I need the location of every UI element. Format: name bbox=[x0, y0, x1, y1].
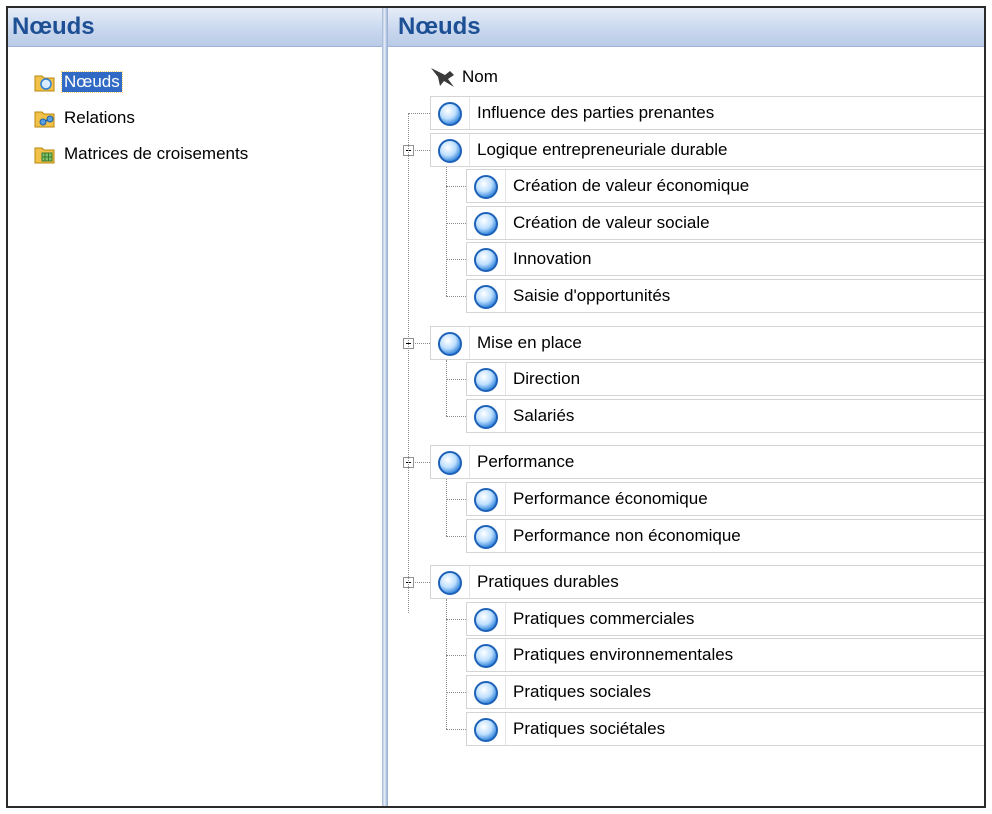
tree-connector bbox=[446, 692, 466, 693]
tree-connector bbox=[446, 655, 466, 657]
tree-connector bbox=[408, 113, 430, 114]
tree-child-node-row[interactable]: Pratiques sociétales bbox=[466, 711, 984, 746]
node-icon bbox=[474, 717, 498, 742]
node-label: Innovation bbox=[513, 249, 592, 269]
node-icon bbox=[474, 285, 498, 309]
node-icon bbox=[474, 607, 498, 632]
node-icon bbox=[474, 368, 498, 393]
tree-child-node-row[interactable]: Direction bbox=[466, 362, 984, 397]
nodes-folder-icon bbox=[34, 75, 55, 92]
tree-node-row[interactable]: Pratiques durables bbox=[430, 565, 984, 600]
node-icon bbox=[438, 138, 462, 163]
navigation-list: Nœuds Relations Matrices de croisements bbox=[34, 64, 250, 172]
tree-connector bbox=[446, 728, 466, 730]
node-icon bbox=[474, 175, 498, 200]
column-header-name[interactable]: Nom bbox=[428, 62, 498, 92]
node-label: Direction bbox=[513, 369, 581, 389]
nav-item-label: Relations bbox=[64, 108, 135, 127]
node-icon bbox=[474, 404, 498, 429]
node-label: Salariés bbox=[513, 405, 575, 425]
tree-child-node-row[interactable]: Saisie d'opportunités bbox=[466, 279, 984, 313]
navigation-pane: Nœuds Nœuds Relations Matrices de croise… bbox=[8, 8, 382, 806]
tree-node-row[interactable]: Mise en place bbox=[430, 325, 984, 360]
tree-connector bbox=[446, 499, 466, 500]
tree-child-node-row[interactable]: Performance non économique bbox=[466, 518, 984, 553]
tree-connector bbox=[408, 113, 409, 613]
node-label: Pratiques sociétales bbox=[513, 718, 666, 738]
tree-connector bbox=[446, 166, 447, 296]
node-label: Performance non économique bbox=[513, 525, 741, 545]
tree-connector bbox=[446, 379, 466, 381]
node-icon bbox=[474, 681, 498, 705]
node-label: Création de valeur sociale bbox=[513, 212, 710, 232]
node-icon bbox=[438, 331, 462, 356]
nodes-list-pane: Nœuds Nom Influence des parties prenante… bbox=[388, 8, 984, 806]
nodes-tree: Nom Influence des parties prenantes Logiq… bbox=[388, 46, 984, 806]
node-icon bbox=[474, 211, 498, 236]
tree-node-row[interactable]: Performance bbox=[430, 445, 984, 480]
nav-item-matrices[interactable]: Matrices de croisements bbox=[34, 136, 250, 172]
tree-connector bbox=[446, 186, 466, 188]
tree-child-node-row[interactable]: Innovation bbox=[466, 242, 984, 277]
node-icon bbox=[438, 571, 462, 596]
node-icon bbox=[474, 488, 498, 512]
tree-connector bbox=[446, 599, 447, 729]
node-label: Influence des parties prenantes bbox=[477, 103, 715, 122]
node-label: Pratiques sociales bbox=[513, 682, 651, 701]
relations-folder-icon bbox=[34, 111, 55, 128]
tree-child-node-row[interactable]: Pratiques environnementales bbox=[466, 638, 984, 673]
node-label: Performance économique bbox=[513, 489, 708, 508]
nav-item-label: Matrices de croisements bbox=[64, 144, 249, 163]
column-header-label: Nom bbox=[462, 67, 498, 86]
node-icon bbox=[474, 644, 498, 669]
nodes-list-title: Nœuds bbox=[388, 8, 984, 47]
tree-connector bbox=[446, 535, 466, 537]
tree-connector bbox=[446, 222, 466, 224]
node-icon bbox=[474, 248, 498, 273]
nav-item-label: Nœuds bbox=[61, 71, 123, 93]
tree-child-node-row[interactable]: Pratiques commerciales bbox=[466, 601, 984, 636]
pushpin-icon bbox=[431, 68, 454, 87]
tree-connector bbox=[446, 618, 466, 620]
nav-item-relations[interactable]: Relations bbox=[34, 100, 250, 136]
node-label: Pratiques environnementales bbox=[513, 645, 734, 665]
tree-node-row[interactable]: Influence des parties prenantes bbox=[430, 96, 984, 130]
tree-connector bbox=[446, 359, 447, 416]
node-label: Création de valeur économique bbox=[513, 176, 750, 196]
tree-connector bbox=[446, 479, 447, 536]
tree-connector bbox=[446, 415, 466, 417]
tree-node-row[interactable]: Logique entrepreneuriale durable bbox=[430, 132, 984, 167]
node-icon bbox=[474, 524, 498, 549]
node-icon bbox=[438, 102, 462, 126]
tree-child-node-row[interactable]: Salariés bbox=[466, 398, 984, 433]
navigation-pane-title: Nœuds bbox=[8, 8, 382, 47]
tree-child-node-row[interactable]: Pratiques sociales bbox=[466, 675, 984, 709]
tree-child-node-row[interactable]: Performance économique bbox=[466, 482, 984, 516]
node-label: Performance bbox=[477, 452, 575, 472]
nav-item-nodes[interactable]: Nœuds bbox=[34, 64, 250, 100]
nodes-window: Nœuds Nœuds Relations Matrices de croise… bbox=[6, 6, 986, 808]
node-icon bbox=[438, 451, 462, 476]
node-label: Pratiques commerciales bbox=[513, 608, 695, 628]
tree-child-node-row[interactable]: Création de valeur sociale bbox=[466, 205, 984, 240]
tree-connector bbox=[446, 296, 466, 297]
tree-connector bbox=[446, 259, 466, 261]
node-label: Saisie d'opportunités bbox=[513, 286, 671, 305]
node-label: Pratiques durables bbox=[477, 572, 619, 592]
node-label: Logique entrepreneuriale durable bbox=[477, 139, 728, 159]
tree-child-node-row[interactable]: Création de valeur économique bbox=[466, 169, 984, 204]
matrices-folder-icon bbox=[34, 147, 55, 164]
node-label: Mise en place bbox=[477, 332, 582, 352]
